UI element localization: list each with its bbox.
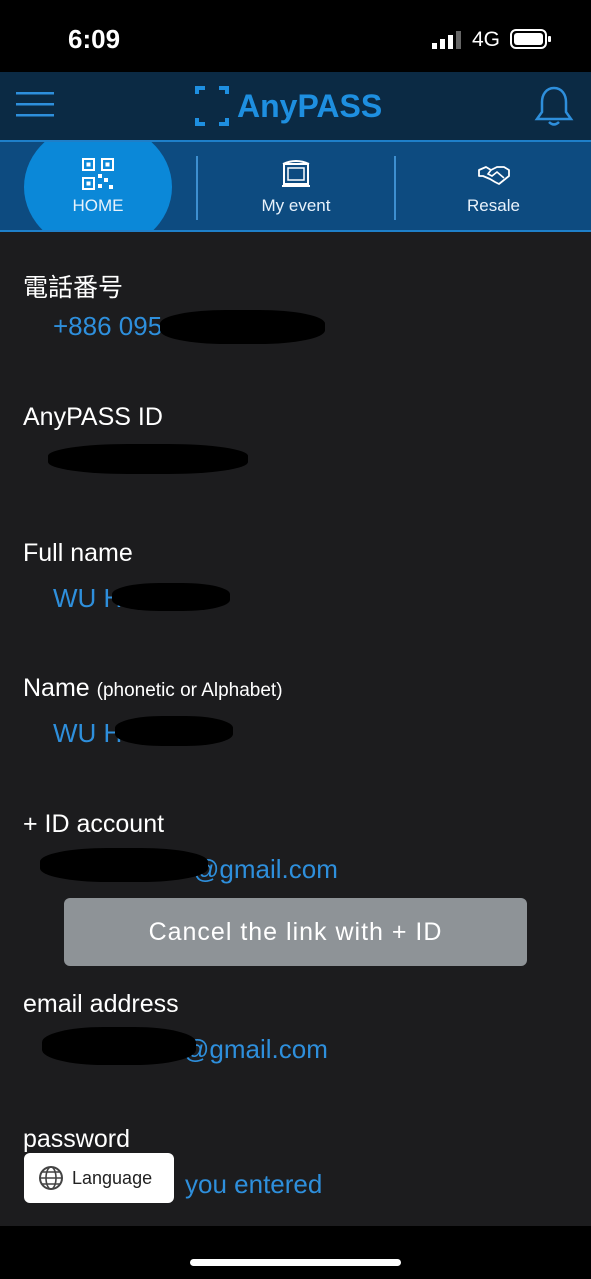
phonetic-name-label: Name (phonetic or Alphabet): [23, 674, 283, 703]
email-label: email address: [23, 990, 179, 1018]
phone-value: +886 095: [53, 311, 163, 341]
anypass-logo: AnyPASS: [193, 84, 403, 128]
redaction-mark: [42, 1027, 196, 1065]
globe-icon: [39, 1166, 63, 1190]
hamburger-menu-icon[interactable]: [16, 90, 56, 120]
redaction-mark: [48, 444, 248, 474]
redaction-mark: [112, 583, 230, 611]
network-type: 4G: [472, 28, 501, 51]
phonetic-name-value: WU H: [53, 718, 123, 748]
tab-bar: HOME My event Resale: [0, 140, 591, 232]
tab-home[interactable]: HOME: [24, 142, 172, 230]
svg-text:AnyPASS: AnyPASS: [237, 88, 382, 124]
phone-label: 電話番号: [23, 274, 124, 302]
redaction-mark: [40, 848, 208, 882]
handshake-icon: [477, 166, 510, 185]
status-time: 6:09: [68, 24, 121, 54]
full-name-label: Full name: [23, 539, 133, 567]
signal-icon: [432, 31, 461, 49]
email-value: @gmail.com: [183, 1034, 328, 1064]
language-button[interactable]: Language: [24, 1153, 174, 1203]
plus-id-value: @gmail.com: [193, 854, 338, 884]
language-label: Language: [72, 1167, 153, 1188]
redaction-mark: [160, 310, 325, 344]
tab-resale-label: Resale: [467, 196, 520, 215]
cancel-plus-id-link-button[interactable]: Cancel the link with + ID: [64, 898, 527, 966]
phonetic-name-label-note: (phonetic or Alphabet): [96, 680, 283, 701]
password-value: you entered: [185, 1169, 323, 1199]
battery-icon: [510, 29, 551, 49]
plus-id-label: + ID account: [23, 810, 165, 838]
bottom-bar: [0, 1226, 591, 1279]
home-indicator[interactable]: [190, 1259, 401, 1266]
qr-code-icon: [82, 158, 114, 190]
redaction-mark: [115, 716, 233, 746]
anypass-id-label: AnyPASS ID: [23, 403, 163, 431]
stage-icon: [282, 160, 310, 187]
tab-resale[interactable]: Resale: [396, 142, 591, 230]
password-label: password: [23, 1125, 130, 1153]
tab-home-label: HOME: [72, 196, 124, 215]
tab-my-event[interactable]: My event: [198, 142, 394, 230]
logo-bracket-icon: AnyPASS: [195, 86, 382, 126]
tab-my-event-label: My event: [261, 196, 331, 215]
phonetic-name-label-text: Name: [23, 674, 90, 702]
bell-icon[interactable]: [534, 84, 574, 128]
